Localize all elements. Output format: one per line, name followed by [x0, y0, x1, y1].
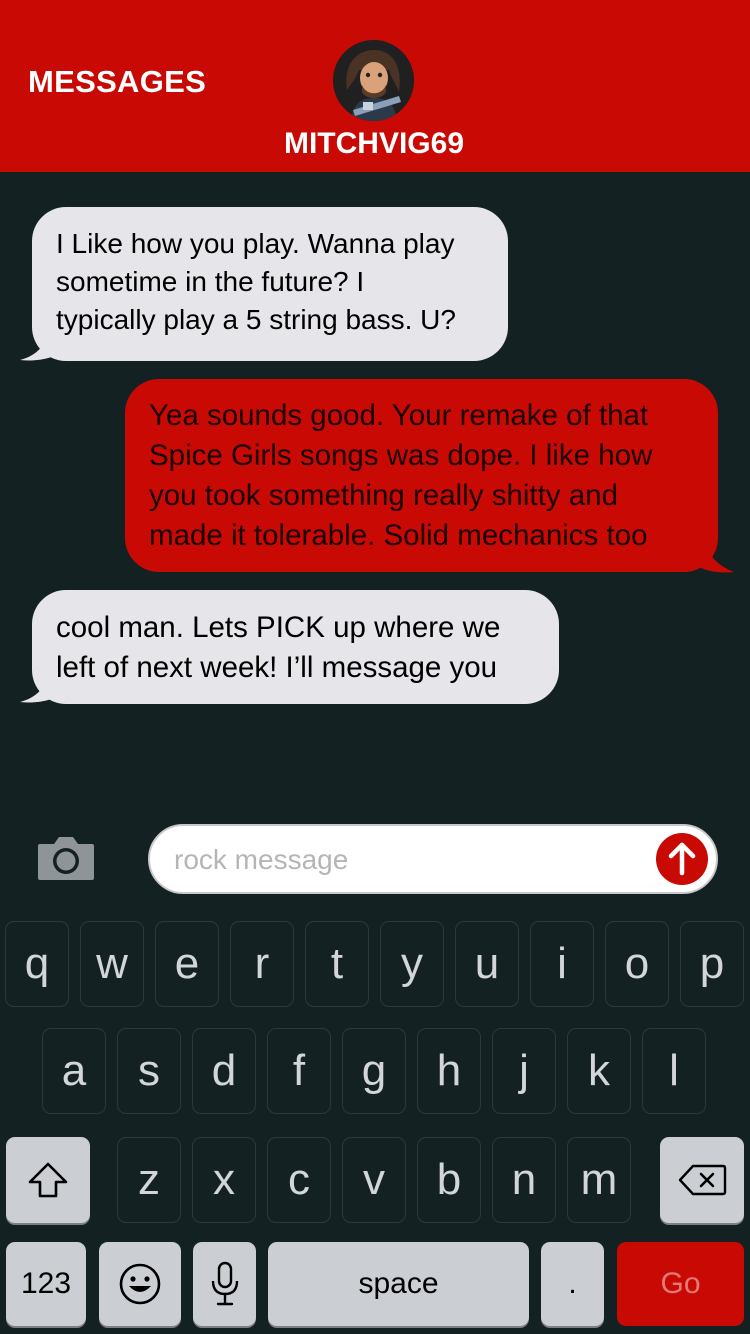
go-key[interactable]: Go: [617, 1242, 744, 1326]
key-z[interactable]: z: [117, 1137, 181, 1223]
arrow-up-icon: [668, 842, 696, 876]
message-input[interactable]: [174, 840, 644, 880]
key-s[interactable]: s: [117, 1028, 181, 1114]
key-m[interactable]: m: [567, 1137, 631, 1223]
message-line: left of next week! I’ll message you: [56, 651, 498, 684]
key-c[interactable]: c: [267, 1137, 331, 1223]
key-n[interactable]: n: [492, 1137, 556, 1223]
key-h[interactable]: h: [417, 1028, 481, 1114]
camera-button[interactable]: [36, 834, 96, 882]
page-title: MESSAGES: [28, 64, 207, 99]
message-line: Spice Girls songs was dope. I like how: [149, 439, 653, 472]
dictation-key[interactable]: [193, 1242, 256, 1326]
message-line: made it tolerable. Solid mechanics too: [149, 519, 648, 552]
key-x[interactable]: x: [192, 1137, 256, 1223]
key-t[interactable]: t: [305, 921, 369, 1007]
contact-name[interactable]: MITCHVIG69: [240, 127, 508, 161]
message-line: sometime in the future? I: [56, 266, 365, 297]
key-v[interactable]: v: [342, 1137, 406, 1223]
key-y[interactable]: y: [380, 921, 444, 1007]
key-q[interactable]: q: [5, 921, 69, 1007]
message-line: cool man. Lets PICK up where we: [56, 611, 501, 644]
key-u[interactable]: u: [455, 921, 519, 1007]
key-p[interactable]: p: [680, 921, 744, 1007]
message-bubble-outgoing[interactable]: Yea sounds good. Your remake of that Spi…: [125, 379, 718, 572]
key-d[interactable]: d: [192, 1028, 256, 1114]
message-line: you took something really shitty and: [149, 479, 618, 512]
period-key[interactable]: .: [541, 1242, 604, 1326]
key-g[interactable]: g: [342, 1028, 406, 1114]
space-key[interactable]: space: [268, 1242, 529, 1326]
key-r[interactable]: r: [230, 921, 294, 1007]
user-avatar-icon: [333, 40, 414, 121]
message-bubble-incoming[interactable]: cool man. Lets PICK up where we left of …: [32, 590, 559, 704]
shift-arrow-icon: [28, 1162, 68, 1198]
backspace-key[interactable]: [660, 1137, 744, 1223]
backspace-icon: [678, 1164, 727, 1196]
key-e[interactable]: e: [155, 921, 219, 1007]
key-o[interactable]: o: [605, 921, 669, 1007]
message-line: Yea sounds good. Your remake of that: [149, 399, 649, 432]
shift-key[interactable]: [6, 1137, 90, 1223]
message-line: typically play a 5 string bass. U?: [56, 304, 456, 335]
send-button[interactable]: [656, 833, 708, 885]
emoji-key[interactable]: [99, 1242, 181, 1326]
message-line: I Like how you play. Wanna play: [56, 228, 455, 259]
key-w[interactable]: w: [80, 921, 144, 1007]
camera-icon: [38, 837, 94, 880]
key-j[interactable]: j: [492, 1028, 556, 1114]
contact-avatar[interactable]: [333, 40, 414, 121]
key-a[interactable]: a: [42, 1028, 106, 1114]
numbers-key[interactable]: 123: [6, 1242, 86, 1326]
message-bubble-incoming[interactable]: I Like how you play. Wanna play sometime…: [32, 207, 508, 361]
emoji-icon: [119, 1263, 161, 1305]
key-k[interactable]: k: [567, 1028, 631, 1114]
key-l[interactable]: l: [642, 1028, 706, 1114]
key-i[interactable]: i: [530, 921, 594, 1007]
message-input-container: [148, 824, 718, 894]
key-b[interactable]: b: [417, 1137, 481, 1223]
header-bar: MESSAGES MITCHVIG69: [0, 0, 750, 172]
microphone-icon: [211, 1261, 238, 1306]
key-f[interactable]: f: [267, 1028, 331, 1114]
